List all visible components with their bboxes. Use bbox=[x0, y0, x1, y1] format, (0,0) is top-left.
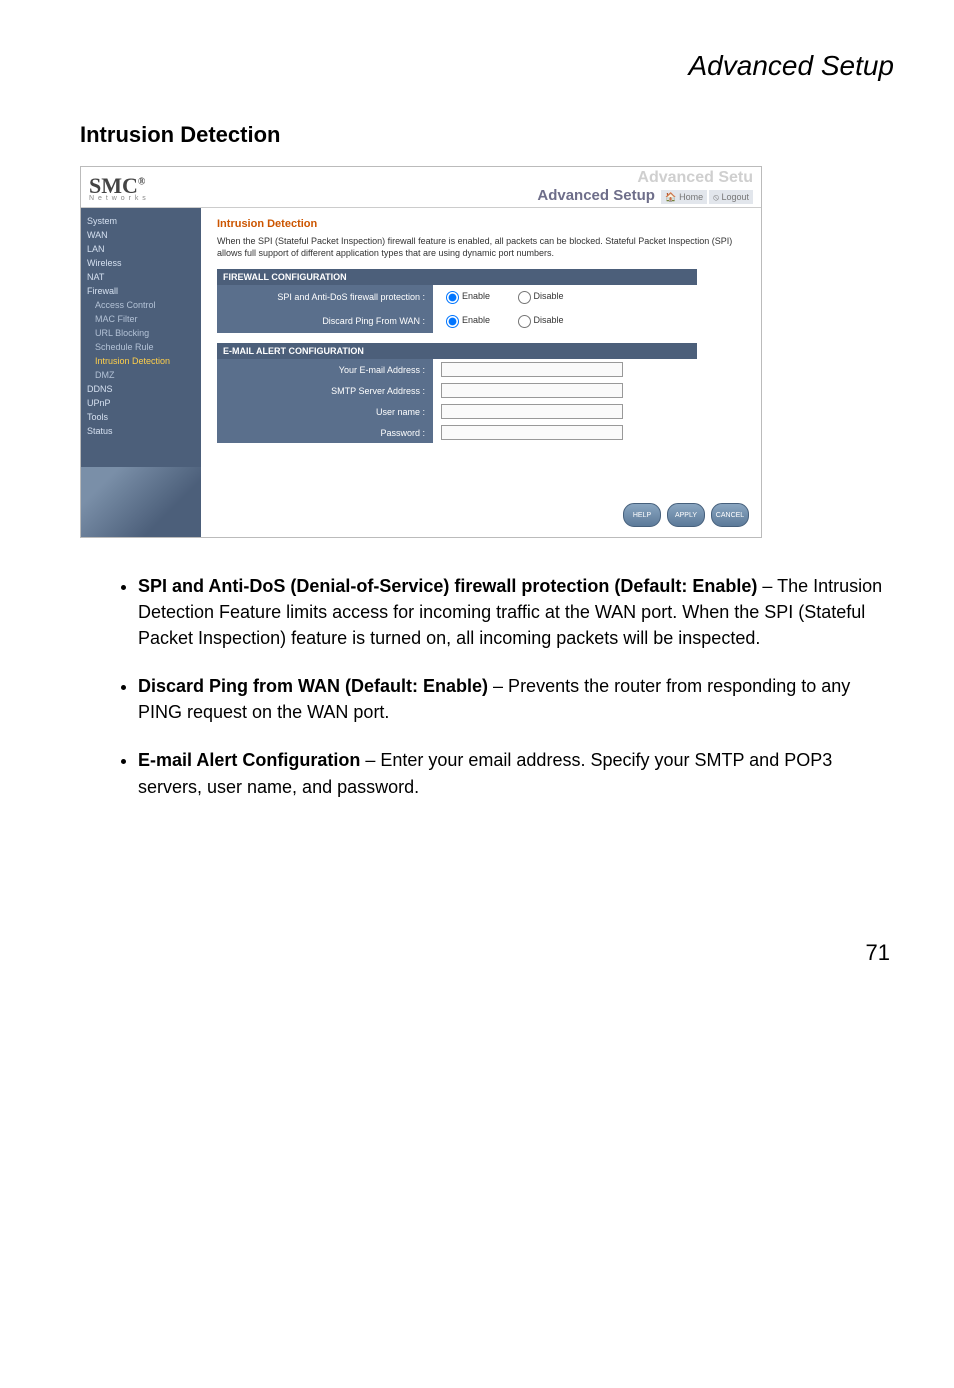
help-button[interactable]: HELP bbox=[623, 503, 661, 527]
spi-enable-input[interactable] bbox=[446, 291, 459, 304]
firewall-header: FIREWALL CONFIGURATION bbox=[217, 269, 697, 285]
email-config-table: E-MAIL ALERT CONFIGURATION Your E-mail A… bbox=[217, 343, 697, 443]
content-title: Intrusion Detection bbox=[217, 218, 745, 230]
cancel-button[interactable]: CANCEL bbox=[711, 503, 749, 527]
sidebar-sub-schedule[interactable]: Schedule Rule bbox=[81, 340, 201, 354]
adv-setup-label: Advanced Setup bbox=[537, 187, 655, 204]
ss-logo-block: SMC® N e t w o r k s bbox=[89, 173, 147, 202]
header-home-link[interactable]: 🏠 Home bbox=[661, 190, 707, 204]
bullet-list: SPI and Anti-DoS (Denial-of-Service) fir… bbox=[80, 573, 894, 800]
sidebar-item-ddns[interactable]: DDNS bbox=[81, 382, 201, 396]
sidebar-item-wan[interactable]: WAN bbox=[81, 228, 201, 242]
sidebar-sub-urlblock[interactable]: URL Blocking bbox=[81, 326, 201, 340]
spi-enable-radio[interactable]: Enable bbox=[441, 288, 490, 304]
firewall-config-table: FIREWALL CONFIGURATION SPI and Anti-DoS … bbox=[217, 269, 697, 333]
bullet-bold: E-mail Alert Configuration bbox=[138, 750, 360, 770]
sidebar-item-tools[interactable]: Tools bbox=[81, 410, 201, 424]
sidebar-item-firewall[interactable]: Firewall bbox=[81, 284, 201, 298]
section-title: Intrusion Detection bbox=[80, 122, 894, 148]
sidebar-item-wireless[interactable]: Wireless bbox=[81, 256, 201, 270]
sidebar-item-lan[interactable]: LAN bbox=[81, 242, 201, 256]
username-input[interactable] bbox=[441, 404, 623, 419]
ping-label: Discard Ping From WAN : bbox=[217, 309, 433, 333]
sidebar-item-upnp[interactable]: UPnP bbox=[81, 396, 201, 410]
apply-button[interactable]: APPLY bbox=[667, 503, 705, 527]
logo-reg: ® bbox=[138, 176, 145, 187]
content-intro: When the SPI (Stateful Packet Inspection… bbox=[217, 236, 745, 259]
sidebar-sub-macfilter[interactable]: MAC Filter bbox=[81, 312, 201, 326]
content-pane: Intrusion Detection When the SPI (Statef… bbox=[201, 208, 761, 537]
bullet-bold: Discard Ping from WAN (Default: Enable) bbox=[138, 676, 488, 696]
password-input[interactable] bbox=[441, 425, 623, 440]
adv-setup-wrap: Advanced Setu Advanced Setup 🏠 Home⦸ Log… bbox=[537, 169, 753, 204]
adv-setup-ghost: Advanced Setu bbox=[537, 169, 753, 187]
sidebar-sub-intrusion[interactable]: Intrusion Detection bbox=[81, 354, 201, 368]
password-label: Password : bbox=[217, 422, 433, 443]
ss-header: SMC® N e t w o r k s Advanced Setu Advan… bbox=[81, 167, 761, 208]
ping-disable-input[interactable] bbox=[518, 315, 531, 328]
sidebar-sub-dmz[interactable]: DMZ bbox=[81, 368, 201, 382]
email-addr-label: Your E-mail Address : bbox=[217, 359, 433, 380]
spi-label: SPI and Anti-DoS firewall protection : bbox=[217, 285, 433, 309]
ping-enable-input[interactable] bbox=[446, 315, 459, 328]
bullet-item: SPI and Anti-DoS (Denial-of-Service) fir… bbox=[138, 573, 894, 651]
header-logout-link[interactable]: ⦸ Logout bbox=[709, 190, 753, 204]
sidebar-item-system[interactable]: System bbox=[81, 214, 201, 228]
bullet-item: Discard Ping from WAN (Default: Enable) … bbox=[138, 673, 894, 725]
bullet-bold: SPI and Anti-DoS (Denial-of-Service) fir… bbox=[138, 576, 757, 596]
sidebar-sub-access[interactable]: Access Control bbox=[81, 298, 201, 312]
logo-text: SMC® bbox=[89, 173, 145, 198]
ss-body: System WAN LAN Wireless NAT Firewall Acc… bbox=[81, 208, 761, 537]
page-number: 71 bbox=[80, 940, 894, 966]
logo-subtext: N e t w o r k s bbox=[89, 195, 147, 202]
ping-disable-radio[interactable]: Disable bbox=[513, 312, 564, 328]
spi-disable-radio[interactable]: Disable bbox=[513, 288, 564, 304]
spi-value: Enable Disable bbox=[433, 285, 697, 309]
sidebar: System WAN LAN Wireless NAT Firewall Acc… bbox=[81, 208, 201, 537]
smtp-input[interactable] bbox=[441, 383, 623, 398]
smtp-label: SMTP Server Address : bbox=[217, 380, 433, 401]
email-addr-input[interactable] bbox=[441, 362, 623, 377]
ping-value: Enable Disable bbox=[433, 309, 697, 333]
action-buttons: HELP APPLY CANCEL bbox=[623, 503, 749, 527]
ping-enable-radio[interactable]: Enable bbox=[441, 312, 490, 328]
sidebar-item-nat[interactable]: NAT bbox=[81, 270, 201, 284]
username-label: User name : bbox=[217, 401, 433, 422]
email-header: E-MAIL ALERT CONFIGURATION bbox=[217, 343, 697, 359]
router-admin-screenshot: SMC® N e t w o r k s Advanced Setu Advan… bbox=[80, 166, 762, 538]
sidebar-item-status[interactable]: Status bbox=[81, 424, 201, 438]
sidebar-decorative-image bbox=[81, 467, 201, 537]
page-header: Advanced Setup bbox=[80, 50, 894, 82]
bullet-item: E-mail Alert Configuration – Enter your … bbox=[138, 747, 894, 799]
spi-disable-input[interactable] bbox=[518, 291, 531, 304]
